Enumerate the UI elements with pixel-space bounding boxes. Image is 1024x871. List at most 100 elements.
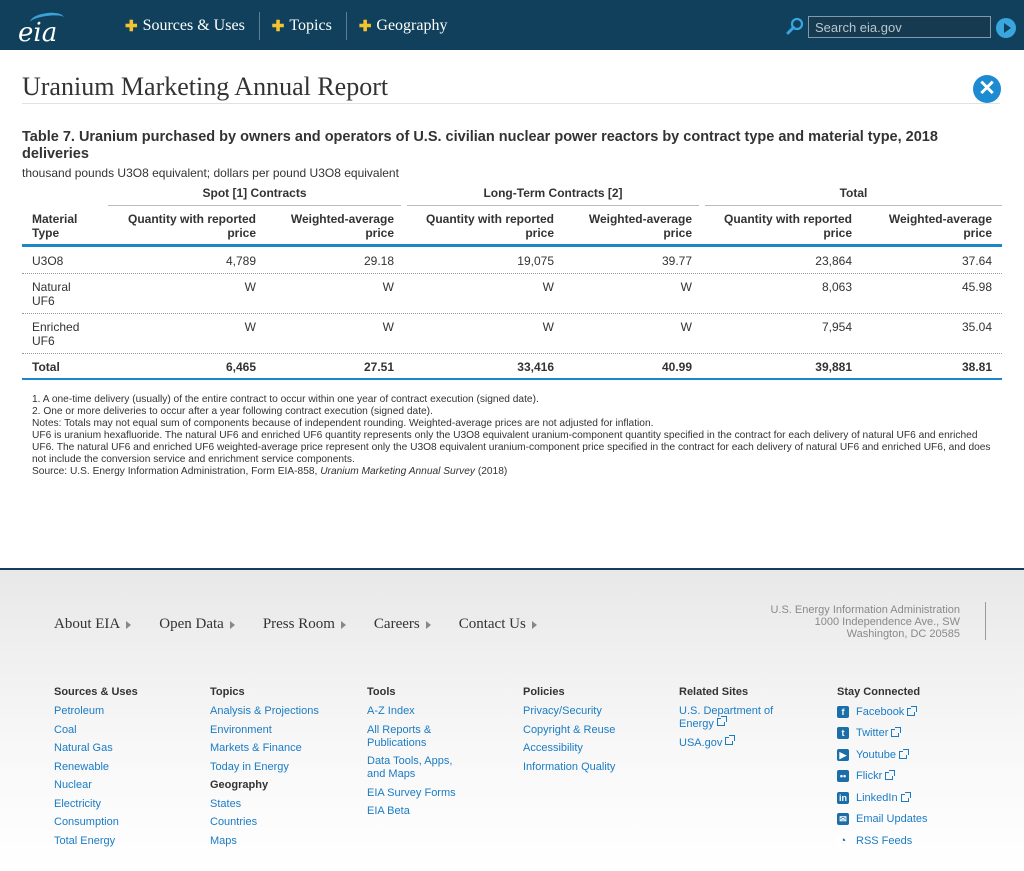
table-row-label: U3O8 [32, 254, 64, 268]
twitter-icon: t [837, 727, 849, 739]
footer-link[interactable]: Today in Energy [210, 761, 319, 774]
footer-col-title: Topics [210, 686, 245, 698]
footer-col-topics: Topics Analysis & Projections Environmen… [210, 686, 319, 853]
footer-link[interactable]: Privacy/Security [523, 705, 615, 718]
external-link-icon [891, 727, 902, 737]
nav-sources-uses[interactable]: ✚ Sources & Uses [113, 12, 260, 40]
footer-nav: About EIA Open Data Press Room Careers C… [54, 616, 565, 633]
social-link-flickr[interactable]: •• Flickr [837, 770, 928, 783]
footer-link[interactable]: All Reports & Publications [367, 724, 467, 750]
table-cell: 38.81 [961, 360, 992, 374]
footer-col-title: Tools [367, 686, 396, 698]
table-title: Table 7. Uranium purchased by owners and… [22, 129, 938, 162]
close-icon[interactable]: ✕ [973, 75, 1001, 103]
eia-logo[interactable]: eia [16, 6, 65, 48]
main-nav: ✚ Sources & Uses ✚ Topics ✚ Geography [113, 12, 461, 40]
table-notes: 1. A one-time delivery (usually) of the … [32, 394, 997, 478]
table-cell: 29.18 [363, 254, 394, 268]
table-cell: 4,789 [225, 254, 256, 268]
email-icon: ✉ [837, 813, 849, 825]
footer-link[interactable]: Maps [210, 835, 319, 848]
footer-link[interactable]: States [210, 798, 319, 811]
external-link-icon [716, 716, 727, 726]
footer-link-doe[interactable]: U.S. Department of Energy [679, 705, 789, 731]
footer-link[interactable]: Consumption [54, 816, 138, 829]
title-divider [22, 103, 1000, 104]
footer-nav-contact[interactable]: Contact Us [459, 616, 537, 633]
social-link-facebook[interactable]: f Facebook [837, 705, 928, 718]
footer-nav-about[interactable]: About EIA [54, 616, 132, 633]
footer-link[interactable]: Markets & Finance [210, 742, 319, 755]
arrow-right-icon [340, 620, 346, 629]
nav-topics[interactable]: ✚ Topics [260, 12, 347, 40]
external-link-icon [907, 705, 918, 716]
column-header-material: Material Type [32, 212, 78, 240]
external-link-icon [898, 748, 909, 759]
footer-link[interactable]: EIA Survey Forms [367, 787, 467, 800]
column-header-lt-price: Weighted-average price [588, 212, 692, 240]
footer-link[interactable]: Accessibility [523, 742, 615, 755]
row-divider [22, 273, 1002, 274]
table-cell: 39.77 [661, 254, 692, 268]
flickr-icon: •• [837, 770, 849, 782]
footer-link[interactable]: Natural Gas [54, 742, 138, 755]
social-link-youtube[interactable]: ▶ Youtube [837, 748, 928, 761]
footer-link[interactable]: Data Tools, Apps, and Maps [367, 755, 467, 781]
footer-nav-open-data[interactable]: Open Data [159, 616, 235, 633]
footer-link[interactable]: Analysis & Projections [210, 705, 319, 718]
column-header-spot-qty: Quantity with reported price [127, 212, 256, 240]
table-cell: W [382, 280, 394, 294]
social-link-email[interactable]: ✉ Email Updates [837, 813, 928, 826]
top-bar: eia ✚ Sources & Uses ✚ Topics ✚ Geography S… [0, 0, 1024, 50]
row-divider [22, 353, 1002, 354]
table-cell: 8,063 [821, 280, 852, 294]
footer-link[interactable]: Information Quality [523, 761, 615, 774]
social-link-linkedin[interactable]: in LinkedIn [837, 791, 928, 804]
footer-link[interactable]: Copyright & Reuse [523, 724, 615, 737]
column-header-total-qty: Quantity with reported price [723, 212, 852, 240]
search-input[interactable]: Search eia.gov [808, 16, 991, 38]
column-header-lt-qty: Quantity with reported price [425, 212, 554, 240]
social-link-twitter[interactable]: t Twitter [837, 727, 928, 740]
search-go-button[interactable] [996, 18, 1016, 38]
page-title: Uranium Marketing Annual Report [22, 72, 389, 101]
footer-nav-careers[interactable]: Careers [374, 616, 431, 633]
arrow-right-icon [531, 620, 537, 629]
footer-link-usa-gov[interactable]: USA.gov [679, 734, 789, 750]
footer-nav-press-room[interactable]: Press Room [263, 616, 346, 633]
table-cell: 33,416 [517, 360, 554, 374]
external-link-icon [885, 770, 896, 780]
footer-col-stay-connected: Stay Connected f Facebook t Twitter ▶ Youtu… [837, 686, 928, 856]
address-divider [985, 602, 986, 640]
table-cell: 45.98 [961, 280, 992, 294]
footer-link[interactable]: Renewable [54, 761, 138, 774]
linkedin-icon: in [837, 791, 849, 804]
youtube-icon: ▶ [837, 748, 849, 761]
table-cell: 19,075 [517, 254, 554, 268]
rss-icon: ◔ [837, 834, 849, 847]
search-icon[interactable] [786, 17, 804, 35]
footer-link[interactable]: Electricity [54, 798, 138, 811]
table-cell: W [244, 280, 256, 294]
footer-link[interactable]: EIA Beta [367, 805, 467, 818]
footer-col-tools: Tools A-Z Index All Reports & Publicatio… [367, 686, 467, 824]
social-link-rss[interactable]: ◔ RSS Feeds [837, 834, 928, 847]
footer-col-sources-uses: Sources & Uses Petroleum Coal Natural Ga… [54, 686, 138, 853]
table-cell: 37.64 [961, 254, 992, 268]
footer-col-related-sites: Related Sites U.S. Department of Energy … [679, 686, 789, 755]
footer-link[interactable]: Countries [210, 816, 319, 829]
footer-link[interactable]: Nuclear [54, 779, 138, 792]
footer-link[interactable]: Coal [54, 724, 138, 737]
footer-link[interactable]: Petroleum [54, 705, 138, 718]
table-subtitle: thousand pounds U3O8 equivalent; dollars… [22, 166, 399, 180]
table-cell: 35.04 [961, 320, 992, 334]
footer-col-title: Stay Connected [837, 686, 921, 698]
table-cell: 39,881 [815, 360, 852, 374]
footer-link[interactable]: Total Energy [54, 835, 138, 848]
footer-link[interactable]: A-Z Index [367, 705, 467, 718]
arrow-right-icon [229, 620, 235, 629]
plus-icon: ✚ [358, 18, 372, 35]
table-row-label: Total [32, 360, 60, 374]
footer-link[interactable]: Environment [210, 724, 319, 737]
nav-geography[interactable]: ✚ Geography [347, 12, 462, 40]
